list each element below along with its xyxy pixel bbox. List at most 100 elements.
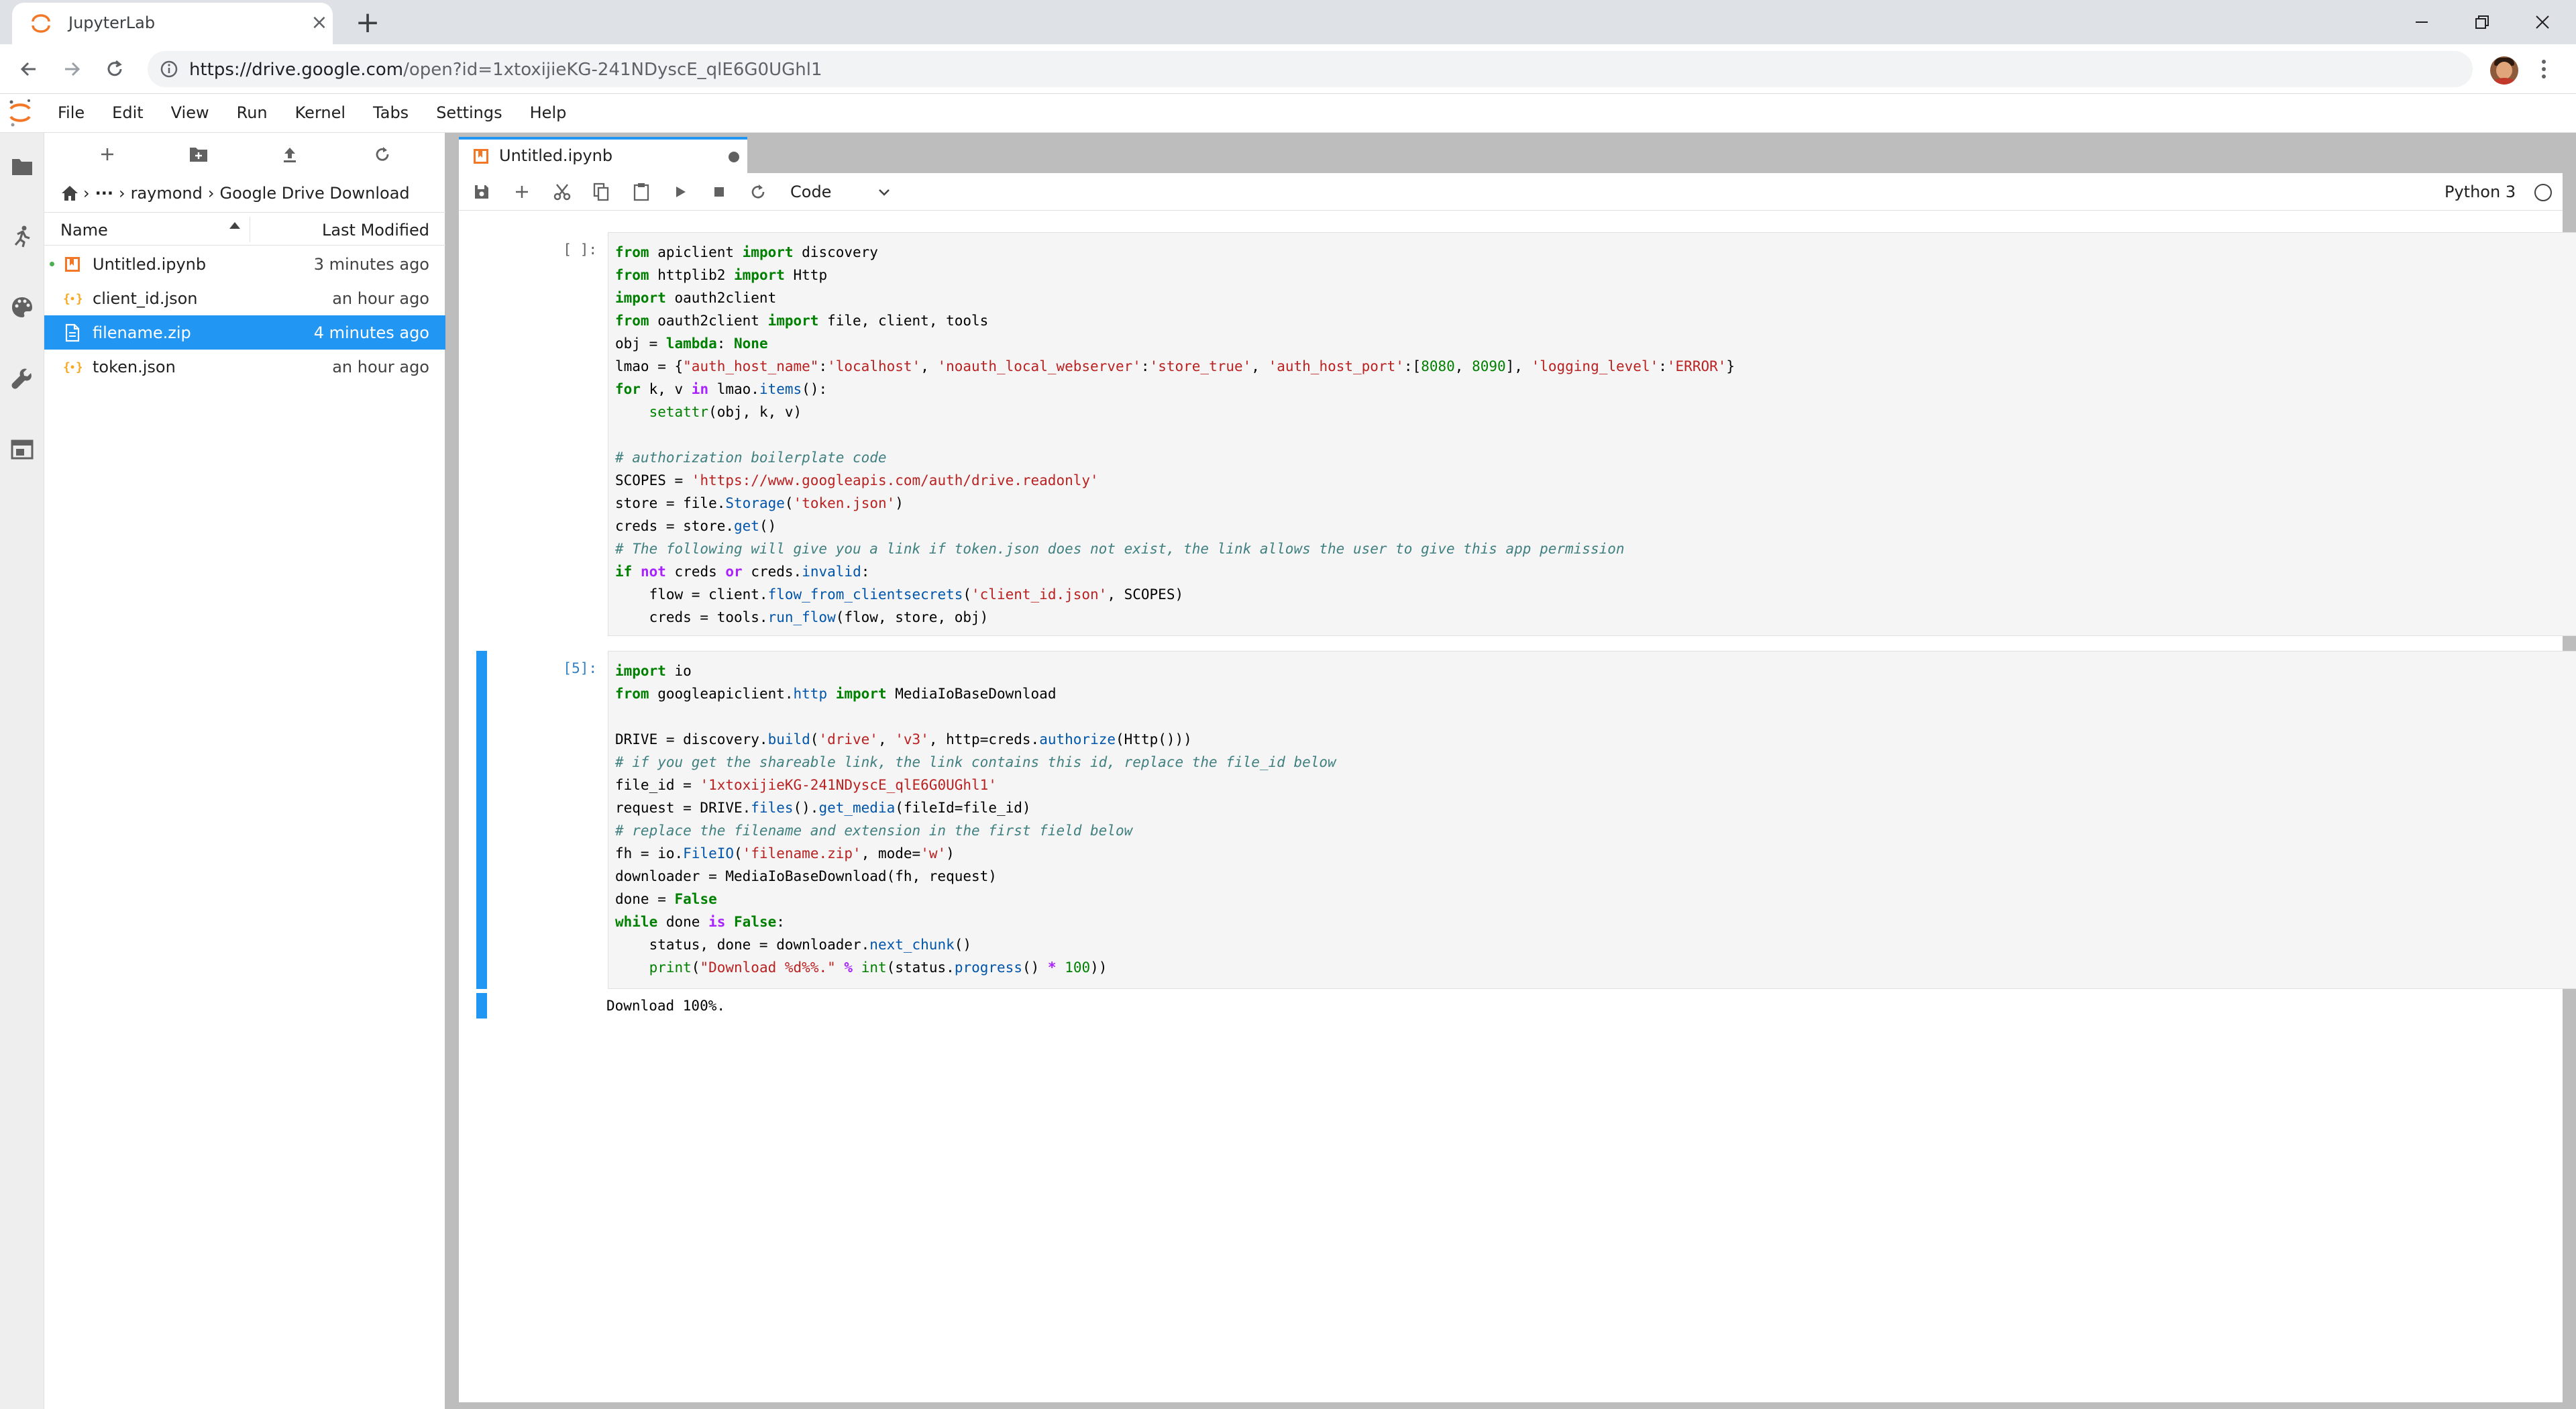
jupyter-favicon-icon: [32, 14, 50, 33]
menu-settings[interactable]: Settings: [436, 103, 502, 122]
last-modified-column-header[interactable]: Last Modified: [322, 221, 429, 240]
profile-avatar[interactable]: [2490, 56, 2518, 85]
home-icon[interactable]: [60, 185, 79, 202]
cut-button[interactable]: [549, 178, 576, 205]
tabs-icon[interactable]: [9, 436, 36, 463]
breadcrumb-google-drive-download[interactable]: Google Drive Download: [219, 184, 409, 203]
breadcrumb: › ··· › raymond › Google Drive Download: [60, 181, 415, 205]
play-icon: [676, 187, 686, 197]
breadcrumb-sep: ›: [83, 184, 90, 203]
cell-collapser[interactable]: [476, 651, 487, 989]
code-cell-1[interactable]: [ ]: from apiclient import discovery fro…: [476, 232, 2576, 636]
new-launcher-button[interactable]: [94, 141, 121, 168]
site-info-icon[interactable]: [160, 60, 178, 79]
browser-tab-title: JupyterLab: [68, 13, 156, 32]
file-icon: [63, 323, 82, 342]
file-list-header: Name Last Modified: [44, 212, 445, 246]
file-browser-toolbar: [44, 133, 445, 173]
kernel-idle-icon: [2534, 184, 2552, 201]
file-row-untitled-ipynb[interactable]: Untitled.ipynb 3 minutes ago: [44, 247, 445, 281]
folder-icon[interactable]: [9, 153, 36, 180]
code-editor[interactable]: from apiclient import discovery from htt…: [608, 232, 2576, 636]
code-text: from apiclient import discovery from htt…: [615, 244, 1735, 625]
restore-icon: [2475, 15, 2489, 29]
menu-view[interactable]: View: [171, 103, 209, 122]
new-folder-button[interactable]: [185, 141, 212, 168]
new-tab-button[interactable]: +: [349, 5, 386, 43]
unsaved-indicator-icon[interactable]: [729, 152, 739, 162]
notebook-panel: Code Python 3 [ ]: from apiclient import…: [459, 173, 2576, 1402]
plus-icon: [101, 148, 113, 160]
file-modified: 3 minutes ago: [313, 255, 429, 274]
restore-button[interactable]: [2455, 4, 2509, 40]
interrupt-button[interactable]: [706, 178, 733, 205]
plus-icon: [516, 186, 528, 198]
breadcrumb-sep: ›: [118, 184, 125, 203]
file-browser-panel: › ··· › raymond › Google Drive Download …: [44, 133, 445, 1409]
menu-run[interactable]: Run: [237, 103, 268, 122]
refresh-button[interactable]: [369, 141, 396, 168]
copy-icon: [593, 182, 609, 201]
output-text: Download 100%.: [606, 998, 726, 1014]
address-bar: https://drive.google.com/open?id=1xtoxij…: [0, 44, 2576, 94]
reload-button[interactable]: [99, 54, 130, 85]
menu-edit[interactable]: Edit: [112, 103, 143, 122]
back-button[interactable]: [13, 54, 44, 85]
file-name: client_id.json: [93, 289, 198, 308]
notebook-toolbar: Code Python 3: [459, 173, 2563, 211]
file-row-client-id-json[interactable]: {} client_id.json an hour ago: [44, 281, 445, 315]
url-text: https://drive.google.com/open?id=1xtoxij…: [189, 60, 822, 80]
url-bar[interactable]: https://drive.google.com/open?id=1xtoxij…: [148, 51, 2473, 87]
file-name: Untitled.ipynb: [93, 255, 207, 274]
sort-ascending-icon: [229, 222, 240, 229]
svg-text:}: }: [76, 360, 82, 374]
browser-menu-icon[interactable]: [2534, 58, 2553, 81]
paste-icon: [633, 183, 649, 201]
json-icon: {}: [63, 289, 82, 308]
cell-type-select[interactable]: Code: [790, 178, 898, 205]
menu-file[interactable]: File: [58, 103, 85, 122]
url-path: /open?id=1xtoxijieKG-241NDyscE_qlE6G0UGh…: [403, 60, 822, 80]
output-area: Download 100%.: [476, 993, 2563, 1019]
save-button[interactable]: [468, 178, 495, 205]
browser-tab[interactable]: JupyterLab ×: [12, 3, 333, 44]
copy-button[interactable]: [588, 178, 614, 205]
code-editor[interactable]: import io from googleapiclient.http impo…: [608, 651, 2576, 989]
output-collapser[interactable]: [476, 993, 487, 1019]
cell-prompt: [ ]:: [563, 242, 597, 258]
file-name: token.json: [93, 358, 176, 376]
menu-items: File Edit View Run Kernel Tabs Settings …: [58, 103, 594, 122]
wrench-icon[interactable]: [9, 365, 36, 392]
arrow-right-icon: [65, 62, 80, 76]
menu-help[interactable]: Help: [530, 103, 567, 122]
name-column-header[interactable]: Name: [60, 221, 108, 240]
menu-kernel[interactable]: Kernel: [295, 103, 345, 122]
file-modified: an hour ago: [332, 358, 429, 376]
forward-button[interactable]: [56, 54, 87, 85]
svg-text:}: }: [76, 292, 82, 306]
file-row-filename-zip[interactable]: filename.zip 4 minutes ago: [44, 315, 445, 350]
upload-button[interactable]: [276, 141, 303, 168]
notebook-tab[interactable]: Untitled.ipynb: [459, 137, 747, 173]
code-cell-2[interactable]: [5]: import io from googleapiclient.http…: [476, 651, 2576, 989]
run-button[interactable]: [667, 178, 694, 205]
minimize-button[interactable]: [2395, 4, 2449, 40]
paste-button[interactable]: [628, 178, 655, 205]
breadcrumb-raymond[interactable]: raymond: [131, 184, 203, 203]
close-icon: [2536, 15, 2549, 29]
menu-tabs[interactable]: Tabs: [373, 103, 409, 122]
notebook-icon: [63, 255, 82, 274]
cell-type-value: Code: [790, 182, 832, 201]
file-row-token-json[interactable]: {} token.json an hour ago: [44, 350, 445, 384]
jupyter-logo-icon: [9, 99, 31, 127]
running-icon[interactable]: [9, 223, 36, 250]
restart-kernel-button[interactable]: [745, 178, 771, 205]
close-tab-icon[interactable]: ×: [307, 11, 331, 35]
window-close-button[interactable]: [2516, 4, 2569, 40]
kernel-name[interactable]: Python 3: [2445, 182, 2516, 201]
file-modified: an hour ago: [332, 289, 429, 308]
svg-text:{: {: [63, 292, 70, 306]
palette-icon[interactable]: [9, 294, 36, 321]
insert-cell-button[interactable]: [508, 178, 535, 205]
breadcrumb-ellipsis[interactable]: ···: [95, 184, 113, 203]
